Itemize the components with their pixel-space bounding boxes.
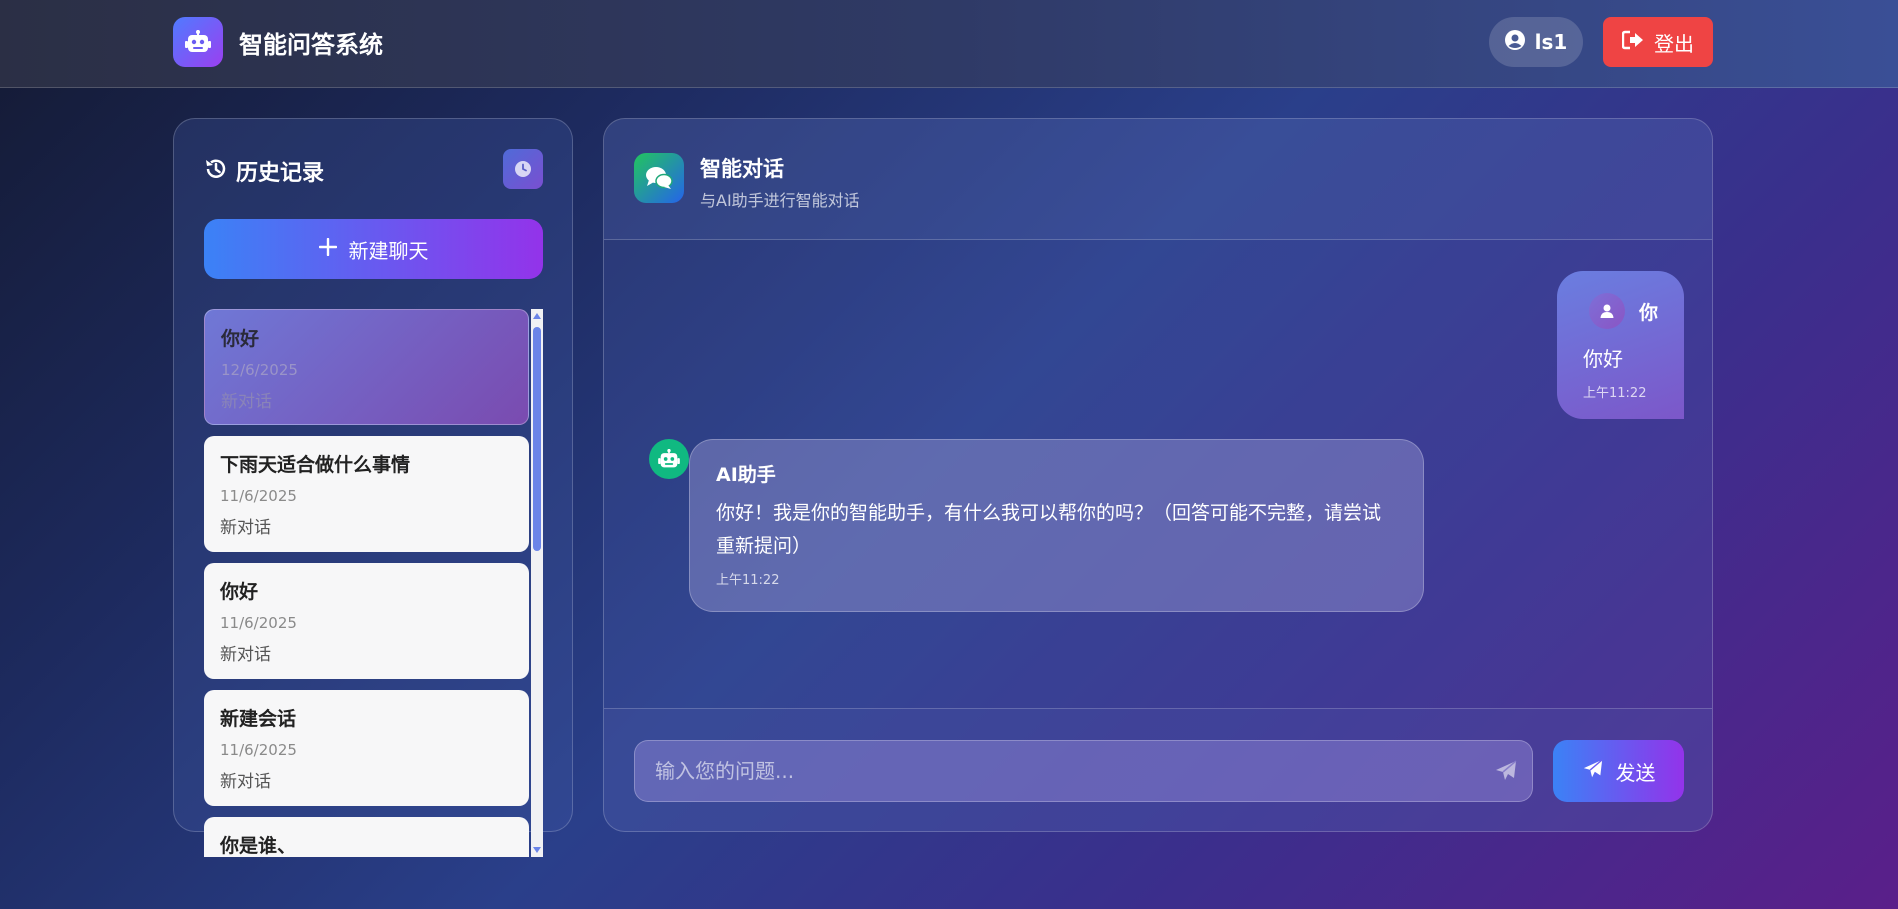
history-item-subtitle: 新对话 <box>220 518 271 538</box>
history-item-subtitle: 新对话 <box>220 645 271 665</box>
sidebar-title: 历史记录 <box>236 161 325 186</box>
assistant-message-text: 你好！我是你的智能助手，有什么我可以帮你的吗？（回答可能不完整，请尝试重新提问） <box>716 502 1382 557</box>
username: ls1 <box>1534 30 1568 54</box>
logout-label: 登出 <box>1654 31 1694 56</box>
assistant-message-time: 上午11:22 <box>716 573 780 588</box>
assistant-message-name: AI助手 <box>716 464 776 486</box>
history-item-title: 下雨天适合做什么事情 <box>220 454 411 476</box>
app-title: 智能问答系统 <box>239 30 383 59</box>
history-item[interactable]: 你好 12/6/2025 新对话 <box>204 309 529 425</box>
history-list[interactable]: 你好 12/6/2025 新对话 下雨天适合做什么事情 11/6/2025 新对… <box>204 309 543 857</box>
user-message-name: 你 <box>1638 301 1658 324</box>
send-button[interactable]: 发送 <box>1553 740 1684 802</box>
history-item[interactable]: 你是谁、 <box>204 817 529 857</box>
user-message-header: 你 <box>1583 293 1658 329</box>
history-item-date: 11/6/2025 <box>220 614 297 632</box>
history-sidebar: 历史记录 新建聊天 你好 12/6/2025 新对话 下雨天适合做什么事情 11… <box>173 118 573 857</box>
new-chat-label: 新建聊天 <box>348 238 429 263</box>
paper-plane-icon <box>1494 759 1518 783</box>
user-avatar-icon <box>1588 293 1625 329</box>
user-message-text: 你好 <box>1583 347 1623 371</box>
history-item-title: 你好 <box>221 328 260 350</box>
assistant-message: AI助手 你好！我是你的智能助手，有什么我可以帮你的吗？（回答可能不完整，请尝试… <box>689 439 1424 612</box>
user-menu[interactable]: ls1 <box>1489 17 1583 67</box>
sign-out-icon <box>1621 30 1644 55</box>
history-scrollbar[interactable] <box>531 309 543 857</box>
history-item-subtitle: 新对话 <box>221 392 272 412</box>
user-message-time: 上午11:22 <box>1583 386 1647 401</box>
user-message: 你 你好 上午11:22 <box>1557 271 1684 419</box>
chat-subtitle: 与AI助手进行智能对话 <box>700 191 860 210</box>
chat-input[interactable] <box>635 741 1475 801</box>
history-item-title: 你是谁、 <box>220 835 297 857</box>
history-item[interactable]: 你好 11/6/2025 新对话 <box>204 563 529 679</box>
new-chat-button[interactable]: 新建聊天 <box>204 219 543 279</box>
robot-icon <box>649 439 689 479</box>
chat-footer: 发送 <box>604 708 1712 831</box>
send-label: 发送 <box>1615 760 1656 785</box>
chat-header: 智能对话 与AI助手进行智能对话 <box>604 119 1712 240</box>
history-item-date: 12/6/2025 <box>221 361 298 379</box>
top-bar: 智能问答系统 ls1 登出 <box>0 0 1898 88</box>
robot-icon <box>173 17 223 67</box>
history-item-title: 新建会话 <box>220 708 297 730</box>
scroll-down-arrow-icon[interactable] <box>533 847 541 853</box>
history-item[interactable]: 下雨天适合做什么事情 11/6/2025 新对话 <box>204 436 529 552</box>
chat-panel: 智能对话 与AI助手进行智能对话 你 你好 上午11:22 AI助手 你好！我是… <box>603 118 1713 832</box>
scroll-thumb[interactable] <box>533 327 541 551</box>
user-circle-icon <box>1504 29 1525 55</box>
chat-input-container[interactable] <box>634 740 1533 802</box>
history-item-title: 你好 <box>220 581 259 603</box>
plus-icon <box>318 237 337 261</box>
sidebar-header: 历史记录 <box>204 155 324 187</box>
paper-plane-icon <box>1582 758 1604 785</box>
comments-icon <box>634 153 684 203</box>
clock-icon[interactable] <box>503 149 543 189</box>
chat-title: 智能对话 <box>700 157 784 181</box>
logout-button[interactable]: 登出 <box>1603 17 1713 67</box>
scroll-up-arrow-icon[interactable] <box>533 313 541 319</box>
history-item[interactable]: 新建会话 11/6/2025 新对话 <box>204 690 529 806</box>
brand: 智能问答系统 <box>173 17 383 67</box>
history-item-date: 11/6/2025 <box>220 741 297 759</box>
history-item-date: 11/6/2025 <box>220 487 297 505</box>
history-item-subtitle: 新对话 <box>220 772 271 792</box>
history-icon <box>204 157 228 185</box>
